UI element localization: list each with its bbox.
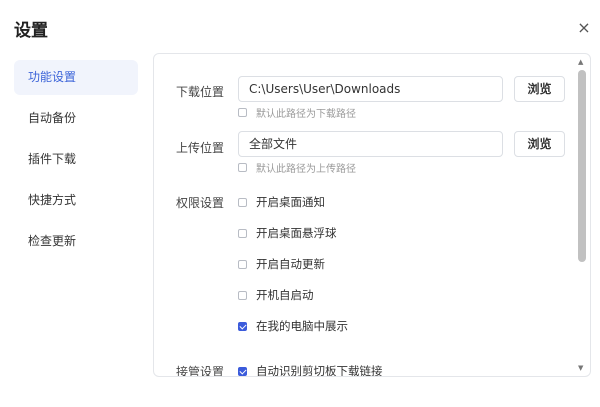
checkbox-checked-icon[interactable] [238, 321, 247, 331]
download-location-label: 下载位置 [176, 85, 225, 99]
sidebar-item-shortcuts[interactable]: 快捷方式 [14, 183, 138, 218]
sidebar-item-function-settings[interactable]: 功能设置 [14, 60, 138, 95]
scrollbar-thumb[interactable] [578, 70, 586, 262]
checkbox-icon[interactable] [238, 108, 247, 117]
download-browse-button[interactable]: 浏览 [514, 76, 565, 102]
sidebar: 功能设置 自动备份 插件下载 快捷方式 检查更新 [14, 60, 138, 265]
panel-scrollbar[interactable]: ▲ ▼ [576, 58, 588, 372]
option-auto-update[interactable]: 开启自动更新 [238, 256, 325, 272]
dialog-title: 设置 [14, 21, 48, 41]
option-clipboard-link-detection[interactable]: 自动识别剪切板下载链接 [238, 363, 383, 377]
checkbox-icon[interactable] [238, 228, 247, 238]
upload-default-option[interactable]: 默认此路径为上传路径 [238, 160, 356, 175]
takeover-label: 接管设置 [176, 365, 225, 377]
checkbox-icon[interactable] [238, 163, 247, 172]
option-desktop-notification[interactable]: 开启桌面通知 [238, 194, 325, 210]
permissions-label: 权限设置 [176, 196, 225, 210]
option-label: 在我的电脑中展示 [256, 319, 348, 333]
checkbox-icon[interactable] [238, 290, 247, 300]
option-label: 开启桌面悬浮球 [256, 226, 337, 240]
option-label: 开启桌面通知 [256, 195, 325, 209]
checkbox-checked-icon[interactable] [238, 366, 247, 376]
close-icon[interactable]: × [576, 20, 592, 36]
option-show-in-my-computer[interactable]: 在我的电脑中展示 [238, 318, 348, 334]
option-label: 开机自启动 [256, 288, 314, 302]
upload-location-label: 上传位置 [176, 141, 225, 155]
download-default-option[interactable]: 默认此路径为下载路径 [238, 105, 356, 120]
download-default-hint: 默认此路径为下载路径 [256, 109, 356, 120]
option-startup-launch[interactable]: 开机自启动 [238, 287, 314, 303]
sidebar-item-check-updates[interactable]: 检查更新 [14, 224, 138, 259]
scroll-down-icon[interactable]: ▼ [578, 364, 583, 372]
sidebar-item-auto-backup[interactable]: 自动备份 [14, 101, 138, 136]
option-label: 自动识别剪切板下载链接 [256, 364, 383, 377]
upload-browse-button[interactable]: 浏览 [514, 131, 565, 157]
checkbox-icon[interactable] [238, 259, 247, 269]
upload-default-hint: 默认此路径为上传路径 [256, 164, 356, 175]
option-label: 开启自动更新 [256, 257, 325, 271]
upload-path-input[interactable]: 全部文件 [238, 131, 503, 157]
sidebar-item-plugin-download[interactable]: 插件下载 [14, 142, 138, 177]
settings-panel: 下载位置 C:\Users\User\Downloads 浏览 默认此路径为下载… [153, 53, 591, 377]
download-path-input[interactable]: C:\Users\User\Downloads [238, 76, 503, 102]
scroll-up-icon[interactable]: ▲ [578, 58, 583, 66]
option-desktop-floating-ball[interactable]: 开启桌面悬浮球 [238, 225, 337, 241]
checkbox-icon[interactable] [238, 197, 247, 207]
